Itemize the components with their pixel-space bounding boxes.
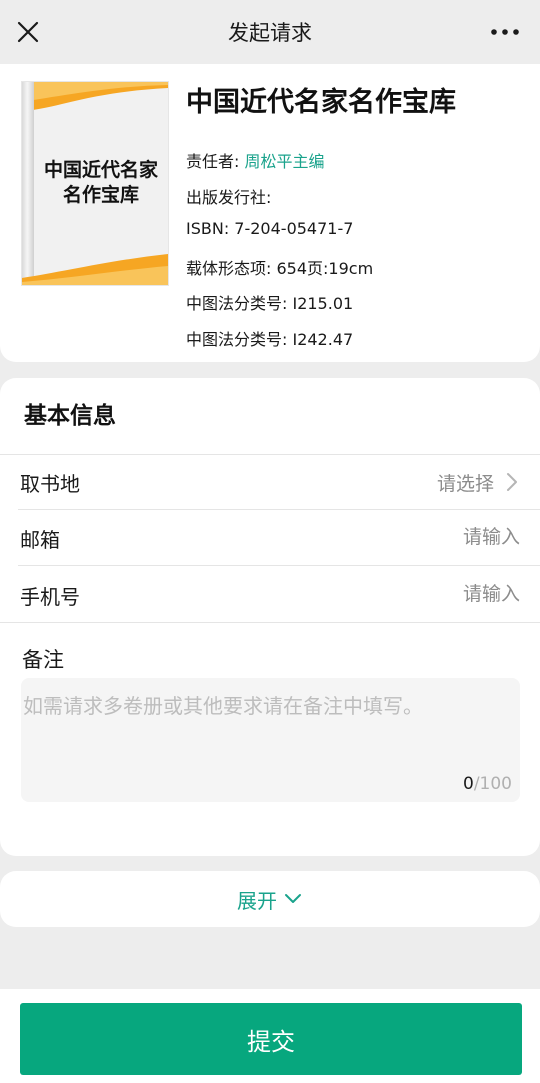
- notes-label: 备注: [22, 648, 64, 672]
- email-label: 邮箱: [20, 528, 60, 552]
- phone-field[interactable]: [300, 579, 520, 609]
- close-icon[interactable]: [12, 16, 44, 48]
- publisher-line: 出版发行社:: [186, 188, 272, 207]
- book-title: 中国近代名家名作宝库: [186, 87, 456, 118]
- chevron-down-icon: [285, 894, 301, 903]
- classification-line-2: 中图法分类号: I242.47: [186, 330, 354, 349]
- isbn-line: ISBN: 7-204-05471-7: [186, 219, 354, 238]
- divider: [18, 565, 540, 566]
- divider: [18, 509, 540, 510]
- cover-title: 中国近代名家名作宝库: [43, 159, 158, 206]
- cover-top-decoration: [22, 82, 168, 112]
- notes-box: 0/100: [21, 678, 520, 802]
- responsible-link[interactable]: 周松平主编: [244, 152, 324, 171]
- divider: [0, 454, 540, 455]
- divider: [0, 622, 540, 623]
- section-title: 基本信息: [24, 403, 116, 429]
- chevron-right-icon[interactable]: [505, 471, 519, 493]
- top-bar: 发起请求: [0, 0, 540, 64]
- email-field[interactable]: [300, 522, 520, 552]
- notes-char-max: /100: [473, 774, 512, 794]
- expand-label: 展开: [237, 888, 277, 913]
- pickup-select-hint[interactable]: 请选择: [437, 469, 494, 496]
- notes-textarea[interactable]: [21, 678, 520, 774]
- bottom-bar: 提交: [0, 989, 540, 1083]
- book-cover[interactable]: 中国近代名家名作宝库: [22, 82, 168, 285]
- cover-bottom-decoration: [22, 254, 168, 285]
- pickup-label: 取书地: [20, 472, 80, 496]
- basic-info-card: 基本信息 取书地 请选择 邮箱 手机号 备注 0/100: [0, 378, 540, 856]
- responsible-label: 责任者:: [186, 152, 245, 171]
- notes-char-count: 0: [462, 774, 474, 794]
- submit-button[interactable]: 提交: [20, 1003, 522, 1075]
- notes-char-counter: 0/100: [463, 774, 512, 794]
- phone-label: 手机号: [20, 585, 80, 609]
- responsible-line: 责任者: 周松平主编: [186, 148, 325, 172]
- more-dots-icon[interactable]: [490, 20, 520, 44]
- carrier-line: 载体形态项: 654页:19cm: [186, 259, 374, 278]
- classification-line-1: 中图法分类号: I215.01: [186, 294, 354, 313]
- expand-button[interactable]: 展开: [0, 871, 540, 927]
- page-title: 发起请求: [228, 21, 312, 45]
- book-info-card: 中国近代名家名作宝库 中国近代名家名作宝库 责任者: 周松平主编 出版发行社: …: [0, 64, 540, 362]
